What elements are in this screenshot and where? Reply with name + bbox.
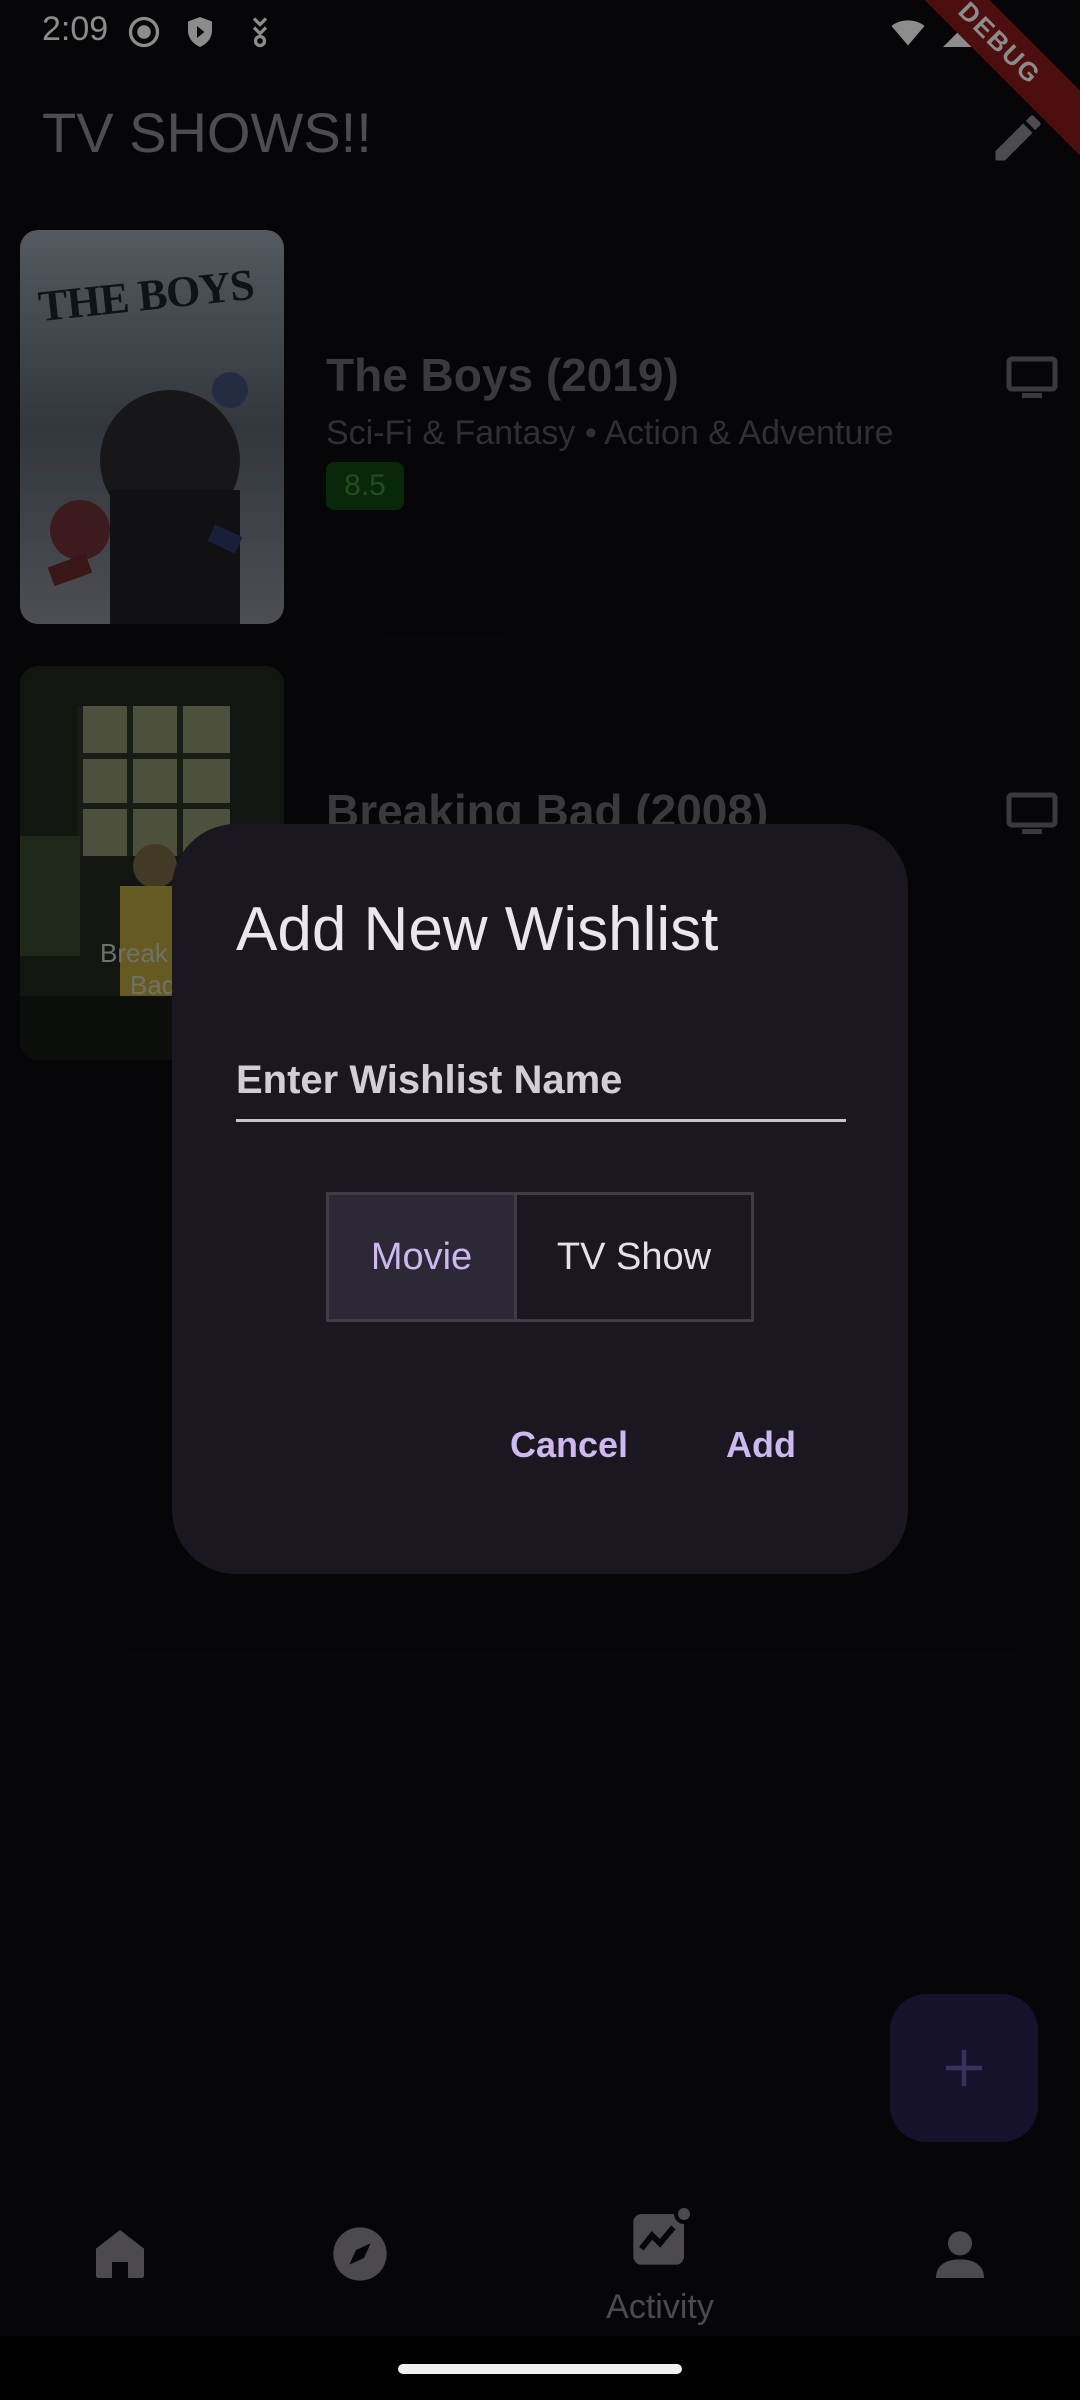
- add-wishlist-dialog: Add New Wishlist Movie TV Show Cancel Ad…: [172, 824, 908, 1574]
- segment-label: Movie: [370, 1235, 473, 1278]
- dialog-title: Add New Wishlist: [236, 895, 719, 964]
- home-indicator[interactable]: [398, 2364, 682, 2374]
- segment-label: TV Show: [556, 1235, 712, 1278]
- cancel-button[interactable]: Cancel: [510, 1424, 628, 1466]
- add-button[interactable]: Add: [726, 1424, 796, 1466]
- type-segmented-control: Movie TV Show: [326, 1192, 754, 1322]
- segment-movie[interactable]: Movie: [329, 1195, 517, 1319]
- segment-tv-show[interactable]: TV Show: [517, 1195, 751, 1319]
- wishlist-name-input[interactable]: [236, 1042, 846, 1122]
